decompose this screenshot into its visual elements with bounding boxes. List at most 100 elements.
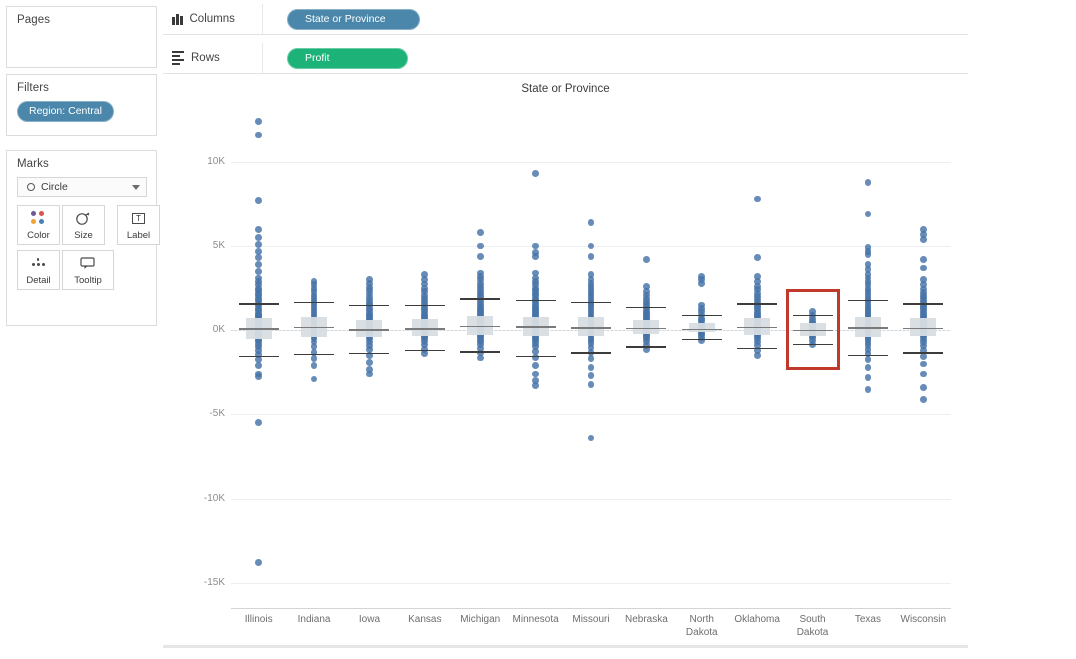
x-axis-tick-label[interactable]: Texas bbox=[840, 613, 895, 626]
data-point[interactable] bbox=[864, 373, 872, 381]
rows-pill-area: Profit bbox=[263, 43, 1076, 73]
data-point[interactable] bbox=[532, 252, 539, 260]
left-card-column: Pages Filters Region: Central Marks Circ… bbox=[0, 0, 163, 659]
y-gridline bbox=[231, 582, 951, 584]
data-point[interactable] bbox=[587, 434, 595, 442]
data-point[interactable] bbox=[476, 229, 484, 236]
x-axis-tick-label[interactable]: Illinois bbox=[231, 613, 286, 626]
data-point[interactable] bbox=[310, 375, 318, 383]
data-point[interactable] bbox=[864, 210, 872, 218]
data-point[interactable] bbox=[366, 370, 373, 378]
data-point[interactable] bbox=[698, 279, 706, 287]
visualization-canvas[interactable]: State or Province 10K5K0K-5K-10K-15K Pro… bbox=[163, 75, 968, 645]
y-axis-tick-label: -10K bbox=[203, 492, 225, 504]
marks-size-button[interactable]: Size bbox=[62, 205, 105, 245]
x-axis-tick-label[interactable]: Wisconsin bbox=[896, 613, 951, 626]
columns-shelf-label-group: Columns bbox=[163, 4, 263, 34]
data-point[interactable] bbox=[476, 252, 484, 260]
x-axis-tick-label[interactable]: Michigan bbox=[453, 613, 508, 626]
data-point[interactable] bbox=[255, 419, 263, 427]
data-point[interactable] bbox=[255, 261, 263, 268]
data-point[interactable] bbox=[753, 352, 761, 359]
data-point[interactable] bbox=[919, 370, 927, 378]
data-point[interactable] bbox=[587, 219, 595, 226]
data-point[interactable] bbox=[255, 241, 263, 248]
marks-tooltip-button[interactable]: Tooltip bbox=[62, 250, 114, 290]
data-point[interactable] bbox=[919, 235, 927, 243]
data-point[interactable] bbox=[919, 352, 927, 360]
data-point[interactable] bbox=[919, 395, 927, 403]
data-point[interactable] bbox=[255, 225, 263, 233]
box-plot-median bbox=[681, 328, 722, 330]
marks-detail-label: Detail bbox=[26, 275, 51, 286]
x-axis-line bbox=[231, 608, 951, 609]
x-axis-tick-label[interactable]: Nebraska bbox=[619, 613, 674, 626]
data-point[interactable] bbox=[864, 251, 872, 258]
bottom-divider bbox=[163, 645, 968, 648]
pill-state-or-province[interactable]: State or Province bbox=[287, 8, 420, 30]
rows-shelf[interactable]: Rows Profit bbox=[163, 43, 1076, 74]
pages-card-title: Pages bbox=[17, 14, 51, 26]
data-point[interactable] bbox=[255, 131, 263, 139]
data-point[interactable] bbox=[366, 358, 373, 366]
data-point[interactable] bbox=[919, 256, 927, 263]
data-point[interactable] bbox=[421, 350, 429, 358]
data-point[interactable] bbox=[310, 362, 318, 369]
data-point[interactable] bbox=[753, 254, 761, 262]
x-axis-tick-label[interactable]: Oklahoma bbox=[729, 613, 784, 626]
x-axis-tick-label[interactable]: Iowa bbox=[342, 613, 397, 626]
filter-pill-region[interactable]: Region: Central bbox=[17, 101, 114, 122]
box-plot-whisker bbox=[404, 305, 445, 307]
x-axis-tick-label[interactable]: South Dakota bbox=[785, 613, 840, 639]
data-point[interactable] bbox=[642, 256, 650, 263]
data-point[interactable] bbox=[587, 372, 595, 380]
plot-area[interactable]: 10K 5K 0K -5K -10K -15K bbox=[204, 103, 951, 608]
y-gridline bbox=[231, 161, 951, 163]
data-point[interactable] bbox=[532, 362, 539, 369]
marks-label-button[interactable]: T Label bbox=[117, 205, 160, 245]
pill-profit[interactable]: Profit bbox=[287, 47, 408, 69]
marks-color-button[interactable]: Color bbox=[17, 205, 60, 245]
data-point[interactable] bbox=[476, 242, 484, 250]
x-axis-tick-label[interactable]: Minnesota bbox=[508, 613, 563, 626]
data-point[interactable] bbox=[587, 363, 595, 371]
data-point[interactable] bbox=[255, 373, 263, 380]
columns-pill-area: State or Province bbox=[263, 4, 1076, 34]
data-point[interactable] bbox=[919, 360, 927, 368]
data-point[interactable] bbox=[919, 264, 927, 272]
data-point[interactable] bbox=[587, 355, 595, 363]
mark-type-dropdown[interactable]: Circle bbox=[17, 177, 147, 197]
color-palette-icon bbox=[31, 206, 46, 230]
columns-shelf[interactable]: Columns State or Province bbox=[163, 4, 1076, 35]
marks-detail-button[interactable]: Detail bbox=[17, 250, 60, 290]
x-axis-tick-label[interactable]: Kansas bbox=[397, 613, 452, 626]
data-point[interactable] bbox=[255, 197, 263, 205]
marks-card: Marks Circle Color Size T Label Detail T… bbox=[6, 150, 160, 326]
data-point[interactable] bbox=[587, 242, 595, 250]
circle-icon bbox=[27, 183, 35, 191]
data-point[interactable] bbox=[864, 356, 872, 364]
data-point[interactable] bbox=[587, 252, 595, 260]
y-gridline bbox=[231, 498, 951, 500]
data-point[interactable] bbox=[864, 363, 872, 371]
data-point[interactable] bbox=[864, 385, 872, 393]
data-point[interactable] bbox=[532, 170, 539, 178]
rows-shelf-label: Rows bbox=[191, 52, 220, 64]
marks-tooltip-label: Tooltip bbox=[74, 275, 102, 286]
data-point[interactable] bbox=[587, 380, 595, 388]
box-plot-median bbox=[847, 327, 888, 329]
selection-rectangle[interactable] bbox=[785, 289, 840, 370]
data-point[interactable] bbox=[255, 362, 263, 369]
x-axis-tick-label[interactable]: Indiana bbox=[286, 613, 341, 626]
x-axis-tick-label[interactable]: North Dakota bbox=[674, 613, 729, 639]
data-point[interactable] bbox=[476, 354, 484, 362]
data-point[interactable] bbox=[255, 267, 263, 275]
box-plot-whisker bbox=[349, 305, 390, 307]
data-point[interactable] bbox=[864, 178, 872, 186]
data-point[interactable] bbox=[919, 384, 927, 391]
data-point[interactable] bbox=[532, 382, 539, 390]
data-point[interactable] bbox=[255, 559, 263, 566]
data-point[interactable] bbox=[753, 195, 761, 203]
data-point[interactable] bbox=[255, 118, 263, 125]
x-axis-tick-label[interactable]: Missouri bbox=[563, 613, 618, 626]
